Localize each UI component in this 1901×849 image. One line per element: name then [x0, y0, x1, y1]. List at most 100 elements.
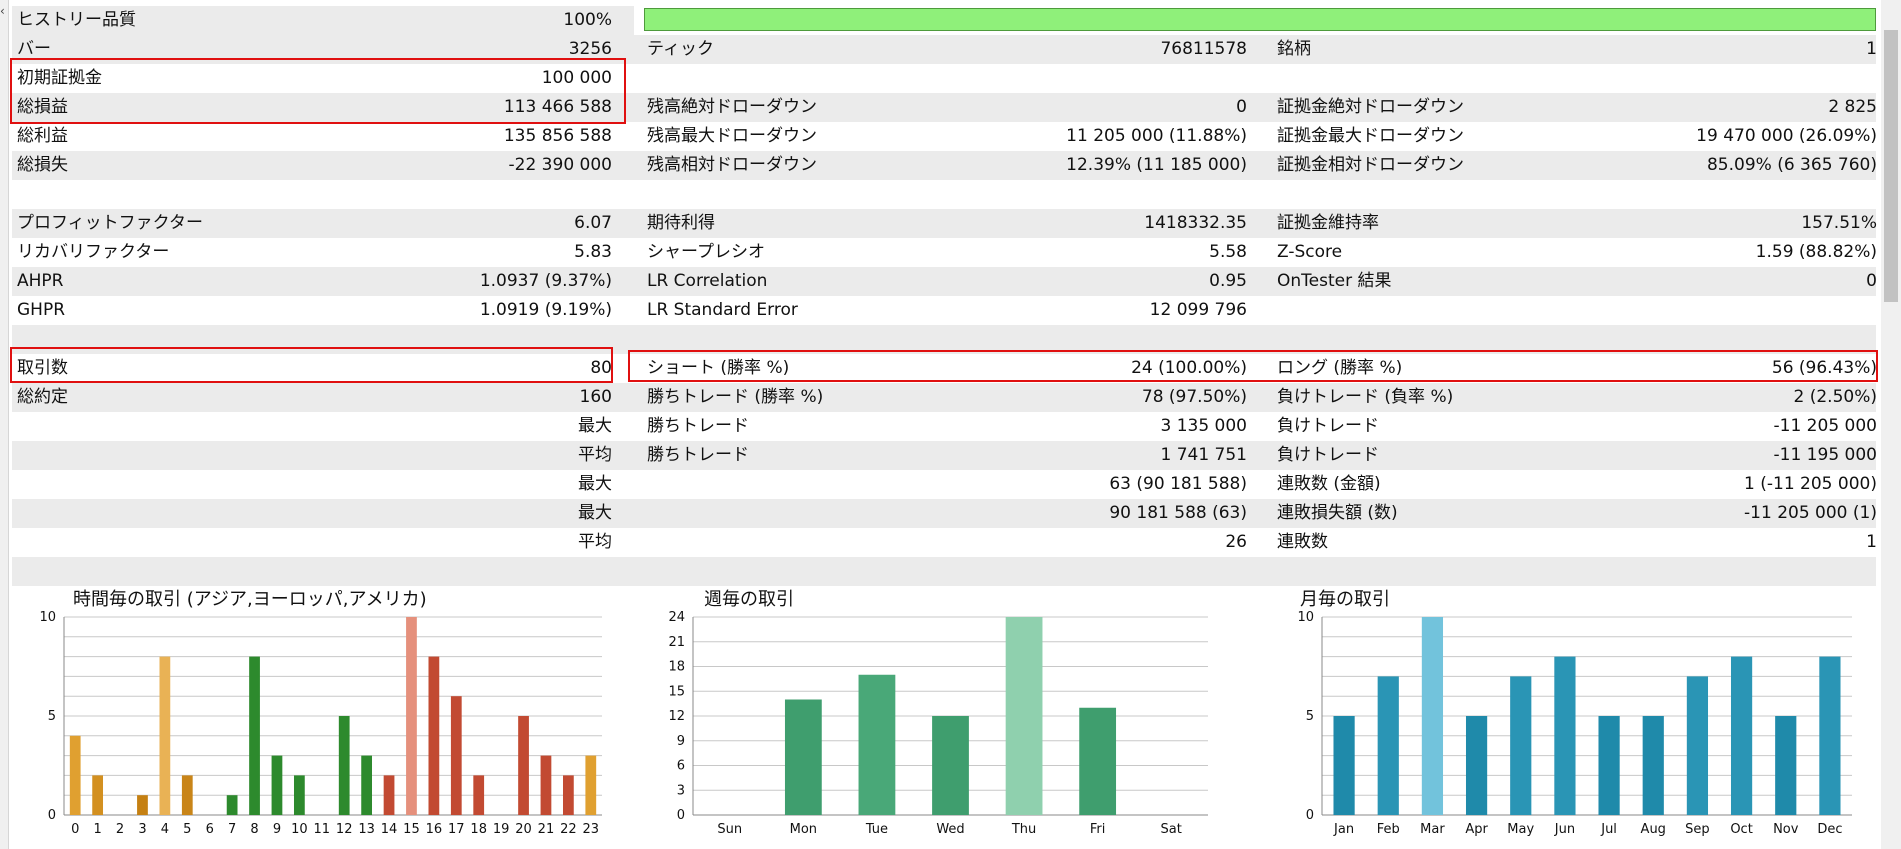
- x-tick-label: 23: [583, 822, 600, 837]
- x-tick-label: 16: [426, 822, 443, 837]
- x-tick-label: Feb: [1377, 822, 1400, 837]
- stat-value: 100 000: [541, 68, 612, 88]
- stat-value: -11 205 000 (1): [1744, 503, 1877, 523]
- x-tick-label: Nov: [1773, 822, 1799, 837]
- stat-value: 56 (96.43%): [1771, 358, 1877, 378]
- x-tick-label: Mon: [790, 822, 817, 837]
- stat-value: 100%: [563, 10, 612, 30]
- x-tick-label: 13: [358, 822, 375, 837]
- stat-value: 157.51%: [1801, 213, 1877, 233]
- bar: [406, 617, 417, 815]
- stats-row: 総利益 135 856 588 残高最大ドローダウン 11 205 000 (11.8…: [12, 122, 1877, 151]
- y-tick-label: 18: [668, 660, 685, 675]
- x-tick-label: 0: [71, 822, 79, 837]
- x-tick-label: Oct: [1730, 822, 1752, 837]
- y-tick-label: 0: [1306, 808, 1314, 823]
- stat-value: -11 205 000: [1773, 416, 1877, 436]
- y-tick-label: 5: [48, 709, 56, 724]
- y-tick-label: 0: [677, 808, 685, 823]
- x-tick-label: 6: [206, 822, 214, 837]
- stats-row: 初期証拠金 100 000: [12, 64, 1876, 93]
- stats-row: GHPR 1.0919 (9.19%) LR Standard Error 12 09…: [12, 296, 1876, 325]
- stats-row: 取引数 80 ショート (勝率 %) 24 (100.00%) ロング (勝率 %) 56…: [12, 354, 1877, 383]
- y-tick-label: 5: [1306, 709, 1314, 724]
- stat-value: 24 (100.00%): [1131, 358, 1247, 378]
- stat-value: 160: [579, 387, 612, 407]
- scrollbar-thumb[interactable]: [1884, 30, 1898, 302]
- stat-value: 1 741 751: [1160, 445, 1247, 465]
- x-tick-label: Sep: [1685, 822, 1710, 837]
- stat-value: 最大: [578, 474, 612, 494]
- bar: [858, 674, 896, 815]
- x-tick-label: Sat: [1161, 822, 1182, 837]
- x-tick-label: Aug: [1641, 822, 1666, 837]
- stat-value: 90 181 588 (63): [1109, 503, 1247, 523]
- x-tick-label: 4: [161, 822, 169, 837]
- y-tick-label: 6: [677, 759, 685, 774]
- bar: [361, 755, 373, 815]
- stat-value: 63 (90 181 588): [1109, 474, 1247, 494]
- y-tick-label: 9: [677, 734, 685, 749]
- stats-row: ヒストリー品質 100%: [12, 6, 1876, 35]
- stats-row: 平均 26 連敗数 1: [12, 528, 1877, 557]
- stat-value: 80: [590, 358, 612, 378]
- stat-value: 11 205 000 (11.88%): [1066, 126, 1247, 146]
- stat-value: 135 856 588: [503, 126, 612, 146]
- x-tick-label: 17: [448, 822, 465, 837]
- stat-value: 85.09% (6 365 760): [1706, 155, 1877, 175]
- stat-value: 0: [1236, 97, 1247, 117]
- x-tick-label: Mar: [1420, 822, 1445, 837]
- x-tick-label: 7: [228, 822, 236, 837]
- stat-value: 最大: [578, 503, 612, 523]
- stat-value: 76811578: [1160, 39, 1247, 59]
- stats-row: 総損失 -22 390 000 残高相対ドローダウン 12.39% (11 185 0…: [12, 151, 1877, 180]
- y-tick-label: 3: [677, 783, 685, 798]
- stat-value: 1.59 (88.82%): [1755, 242, 1877, 262]
- x-tick-label: 8: [250, 822, 258, 837]
- stat-value: 3256: [568, 39, 612, 59]
- stats-row: 総約定 160 勝ちトレード (勝率 %) 78 (97.50%) 負けトレード (負率…: [12, 383, 1878, 412]
- x-tick-label: 5: [183, 822, 191, 837]
- bar: [338, 716, 350, 815]
- bar: [293, 775, 305, 815]
- x-tick-label: Dec: [1817, 822, 1842, 837]
- bar: [1598, 716, 1620, 815]
- bar: [473, 775, 485, 815]
- x-tick-label: Tue: [865, 822, 888, 837]
- monthly-trades-chart: 月毎の取引 0 5 10 Jan Feb Mar Apr May Jun Jul Aug Sep Oct…: [1290, 585, 1860, 849]
- bar: [1005, 617, 1043, 815]
- stats-row: 平均 勝ちトレード 1 741 751 負けトレード -11 195 000: [12, 441, 1877, 470]
- stats-row: 最大 63 (90 181 588) 連敗数 (金額) 1 (-11 205 000): [12, 470, 1877, 499]
- stat-value: 12 099 796: [1149, 300, 1247, 320]
- bar: [137, 795, 148, 815]
- x-tick-label: Jul: [1600, 822, 1617, 837]
- x-tick-label: Jan: [1333, 822, 1354, 837]
- bar: [1819, 656, 1841, 815]
- stat-value: 0.95: [1209, 271, 1247, 291]
- x-tick-label: 21: [538, 822, 555, 837]
- tester-stats-table: ヒストリー品質 100% バー 3256 ティック 76811578 銘柄 1 初期証拠金 100…: [12, 6, 1878, 586]
- vertical-scrollbar[interactable]: [1881, 0, 1901, 849]
- stat-value: 3 135 000: [1160, 416, 1247, 436]
- stat-value: 2 (2.50%): [1793, 387, 1878, 407]
- left-edge-marker: ‹: [0, 4, 5, 18]
- bar: [1079, 707, 1117, 815]
- bar: [181, 775, 193, 815]
- bar: [69, 735, 81, 815]
- hourly-chart-svg: 05100 1 2 3 4 5 6 7 8 9 10 11 12 13 14 15 16 17 18 19 20 21 22…: [39, 610, 602, 837]
- bar: [1333, 716, 1355, 815]
- left-panel-edge: ‹: [0, 0, 9, 849]
- x-tick-label: May: [1507, 822, 1534, 837]
- bar: [1686, 676, 1709, 815]
- bar: [159, 656, 171, 815]
- stat-value: 1 (-11 205 000): [1744, 474, 1877, 494]
- stats-row: バー 3256 ティック 76811578 銘柄 1: [12, 35, 1877, 64]
- stat-value: 1.0919 (9.19%): [479, 300, 612, 320]
- x-tick-label: 10: [291, 822, 308, 837]
- bar: [271, 755, 283, 815]
- stat-value: 5.58: [1209, 242, 1247, 262]
- stat-value: -11 195 000: [1773, 445, 1877, 465]
- bar: [562, 775, 574, 815]
- bar: [1510, 676, 1532, 815]
- x-tick-label: 22: [560, 822, 577, 837]
